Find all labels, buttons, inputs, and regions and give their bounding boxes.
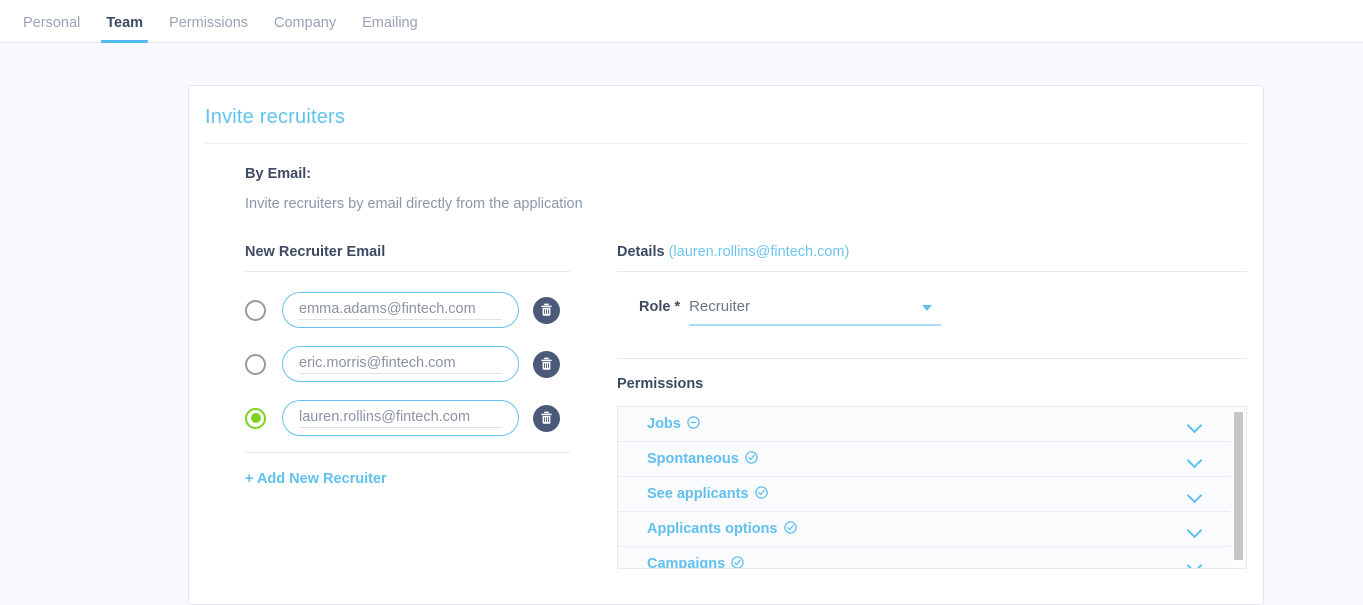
by-email-heading: By Email: [245,166,312,182]
role-select[interactable]: Recruiter [689,298,942,326]
add-new-recruiter-button[interactable]: + Add New Recruiter [245,471,387,487]
check-circle-icon[interactable] [731,555,744,568]
list-item: emma.adams@fintech.com [245,290,570,330]
page-content: Invite recruiters By Email: Invite recru… [0,43,1363,605]
page-title: Invite recruiters [205,106,346,128]
permission-label: See applicants [647,485,768,503]
check-circle-icon[interactable] [745,450,758,468]
new-recruiter-column: New Recruiter Email emma.adams@fintech.c… [245,244,570,488]
email-field[interactable]: emma.adams@fintech.com [282,292,519,328]
email-value: lauren.rollins@fintech.com [299,409,502,428]
tab-emailing[interactable]: Emailing [349,15,431,43]
email-value: eric.morris@fintech.com [299,355,502,374]
invite-recruiters-card: Invite recruiters By Email: Invite recru… [188,85,1264,605]
permission-label: Applicants options [647,520,797,538]
chevron-down-icon[interactable] [1188,525,1203,534]
permission-label: Campaigns [647,555,744,568]
radio-button-icon[interactable] [245,299,266,321]
email-value: emma.adams@fintech.com [299,301,502,320]
role-field-row: Role * Recruiter [617,272,1247,326]
permissions-list: Jobs Spontaneous See applicants Applican… [618,407,1246,568]
permissions-panel: Jobs Spontaneous See applicants Applican… [617,406,1247,569]
permission-name: Applicants options [647,521,778,537]
trash-icon [540,303,553,317]
permission-label: Spontaneous [647,450,758,468]
top-tab-bar: Personal Team Permissions Company Emaili… [0,0,1363,43]
email-field[interactable]: lauren.rollins@fintech.com [282,400,519,436]
permission-row-campaigns[interactable]: Campaigns [618,547,1230,568]
list-item: lauren.rollins@fintech.com [245,398,570,438]
trash-icon [540,357,553,371]
chevron-down-icon[interactable] [1188,455,1203,464]
email-field[interactable]: eric.morris@fintech.com [282,346,519,382]
tab-team[interactable]: Team [93,15,156,43]
details-heading: Details (lauren.rollins@fintech.com) [617,244,1247,271]
two-column-layout: New Recruiter Email emma.adams@fintech.c… [245,244,1247,569]
delete-recruiter-button[interactable] [533,296,560,324]
details-heading-email: (lauren.rollins@fintech.com) [668,244,850,260]
details-heading-label: Details [617,244,665,260]
radio-button-icon[interactable] [245,407,266,429]
tab-permissions[interactable]: Permissions [156,15,261,43]
recruiter-list: emma.adams@fintech.com eric.morris@finte… [245,272,570,438]
permission-row-jobs[interactable]: Jobs [618,407,1230,442]
delete-recruiter-button[interactable] [533,350,560,378]
permissions-heading: Permissions [617,376,704,392]
permission-label: Jobs [647,415,700,433]
new-recruiter-heading: New Recruiter Email [245,244,386,260]
tab-company[interactable]: Company [261,15,349,43]
add-recruiter-divider [245,452,570,453]
permission-row-spontaneous[interactable]: Spontaneous [618,442,1230,477]
details-column: Details (lauren.rollins@fintech.com) Rol… [570,244,1247,569]
permission-name: Jobs [647,416,681,432]
permissions-scrollbar[interactable] [1233,409,1244,566]
permission-name: Campaigns [647,556,726,568]
permission-name: Spontaneous [647,451,739,467]
by-email-subtext: Invite recruiters by email directly from… [245,196,583,212]
list-item: eric.morris@fintech.com [245,344,570,384]
chevron-down-icon[interactable] [1188,420,1203,429]
trash-icon [540,411,553,425]
chevron-down-icon[interactable] [1188,490,1203,499]
delete-recruiter-button[interactable] [533,404,560,432]
permission-row-applicants-options[interactable]: Applicants options [618,512,1230,547]
scrollbar-thumb[interactable] [1234,412,1243,560]
chevron-down-icon [922,305,933,311]
check-circle-icon[interactable] [783,520,797,538]
card-body: By Email: Invite recruiters by email dir… [189,144,1263,569]
permission-name: See applicants [647,486,749,502]
role-selected-value: Recruiter [689,298,942,326]
role-label: Role * [639,299,681,315]
check-circle-icon[interactable] [754,485,768,503]
radio-button-icon[interactable] [245,353,266,375]
permission-row-see-applicants[interactable]: See applicants [618,477,1230,512]
chevron-down-icon[interactable] [1188,560,1203,569]
tab-personal[interactable]: Personal [10,15,93,43]
minus-circle-icon[interactable] [687,415,700,433]
